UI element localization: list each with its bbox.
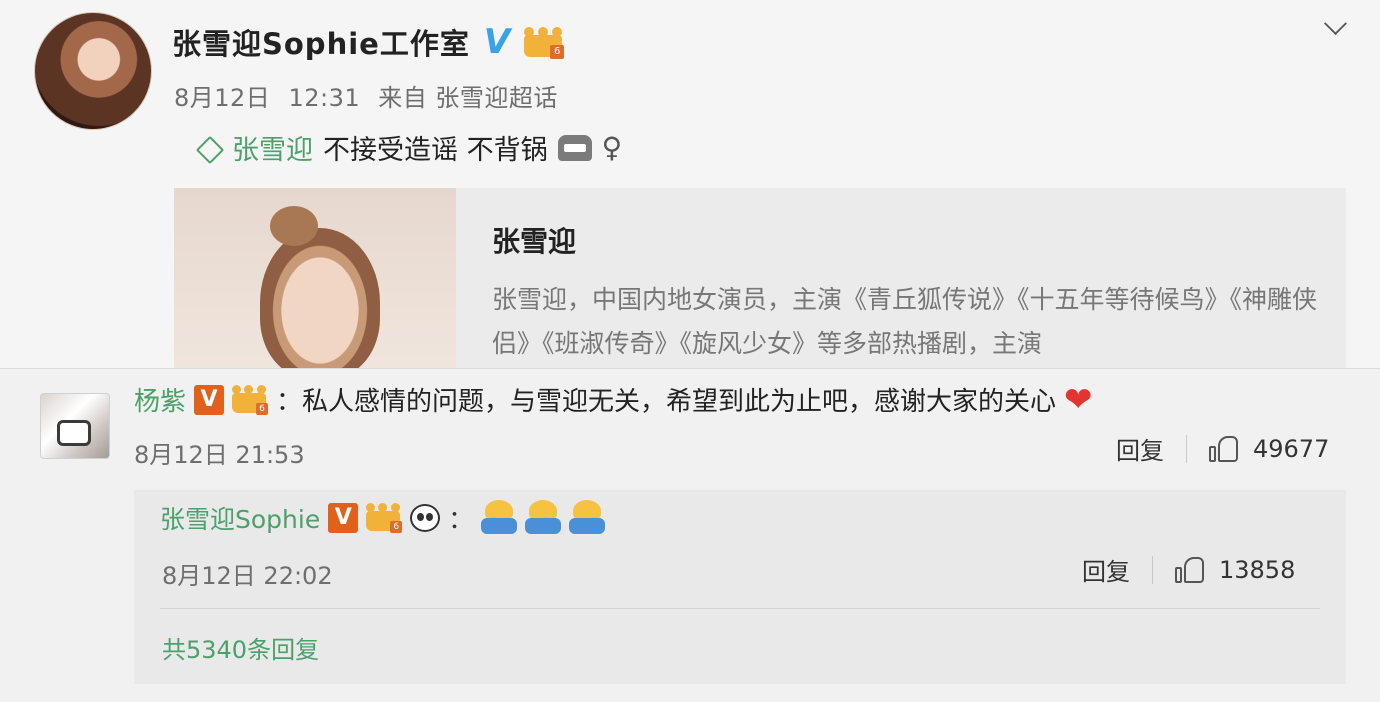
comment-text: ：私人感情的问题，与雪迎无关，希望到此为止吧，感谢大家的关心 [276,387,1057,417]
post-date: 8月12日 [174,84,271,112]
panda-emoji-icon [410,504,441,532]
female-sign-icon: ♀ [601,131,623,164]
post-text: 不接受造谣 不背锅 [323,135,548,166]
reply-thread: 张雪迎Sophie V 6 ： 8月12日 22:02 回复 13858 共53… [134,490,1346,684]
doge-emoji-icon [481,500,518,536]
post-time: 12:31 [288,84,361,112]
thumbs-up-icon[interactable] [1209,434,1239,464]
grin-emoji-icon [557,134,592,161]
reply-colon: ： [448,505,474,534]
weibo-post: 张雪迎Sophie工作室 V 6 8月12日 12:31 来自 张雪迎超话 张雪… [0,0,1380,369]
author-avatar[interactable] [34,12,152,130]
commenter-name[interactable]: 杨紫 [134,381,186,418]
doge-emoji-icon [525,500,562,536]
verified-icon: V [194,384,225,415]
card-description: 张雪迎，中国内地女演员，主演《青丘狐传说》《十五年等待候鸟》《神雕侠侣》《班淑传… [492,285,1318,358]
reply-button[interactable]: 回复 [1082,552,1152,587]
commenter-avatar[interactable] [40,393,110,459]
card-title: 张雪迎 [492,225,577,258]
member-crown-icon: 6 [366,503,403,533]
divider [160,608,1320,609]
reply-time: 8月12日 22:02 [162,562,333,590]
comment-time: 8月12日 21:53 [134,441,305,469]
like-count: 49677 [1253,434,1330,463]
like-count: 13858 [1219,555,1296,584]
post-source[interactable]: 来自 张雪迎超话 [378,84,558,112]
member-crown-icon: 6 [232,384,269,415]
verified-icon: V [328,503,359,533]
total-replies-link[interactable]: 共5340条回复 [162,630,319,665]
reply-actions: 回复 13858 [1082,552,1295,587]
comment-actions: 回复 49677 [1116,431,1329,466]
topic-link[interactable]: 张雪迎 [232,128,313,167]
chevron-down-icon[interactable] [1324,12,1347,35]
post-meta: 8月12日 12:31 来自 张雪迎超话 [174,78,568,113]
verified-icon: V [483,22,511,62]
comment: 杨紫 V 6 ：私人感情的问题，与雪迎无关，希望到此为止吧，感谢大家的关心 ❤ … [0,369,1380,702]
comment-line: 杨紫 V 6 ：私人感情的问题，与雪迎无关，希望到此为止吧，感谢大家的关心 ❤ [134,381,1093,418]
thumbs-up-icon[interactable] [1175,555,1205,585]
divider [1152,555,1153,584]
member-crown-icon: 6 [524,27,565,59]
replier-name[interactable]: 张雪迎Sophie [160,500,320,536]
topic-icon [196,139,222,157]
reply-button[interactable]: 回复 [1116,431,1186,466]
author-row: 张雪迎Sophie工作室 V 6 [172,20,565,64]
heart-emoji-icon: ❤ [1064,379,1093,420]
reply-line: 张雪迎Sophie V 6 ： [160,500,606,536]
author-name[interactable]: 张雪迎Sophie工作室 [172,21,470,63]
card-thumbnail [174,188,456,368]
divider [1186,434,1187,463]
post-content: 张雪迎 不接受造谣 不背锅 ♀ [196,128,622,167]
doge-emoji-icon [569,500,606,536]
link-card[interactable]: 张雪迎 张雪迎，中国内地女演员，主演《青丘狐传说》《十五年等待候鸟》《神雕侠侣》… [174,188,1346,368]
